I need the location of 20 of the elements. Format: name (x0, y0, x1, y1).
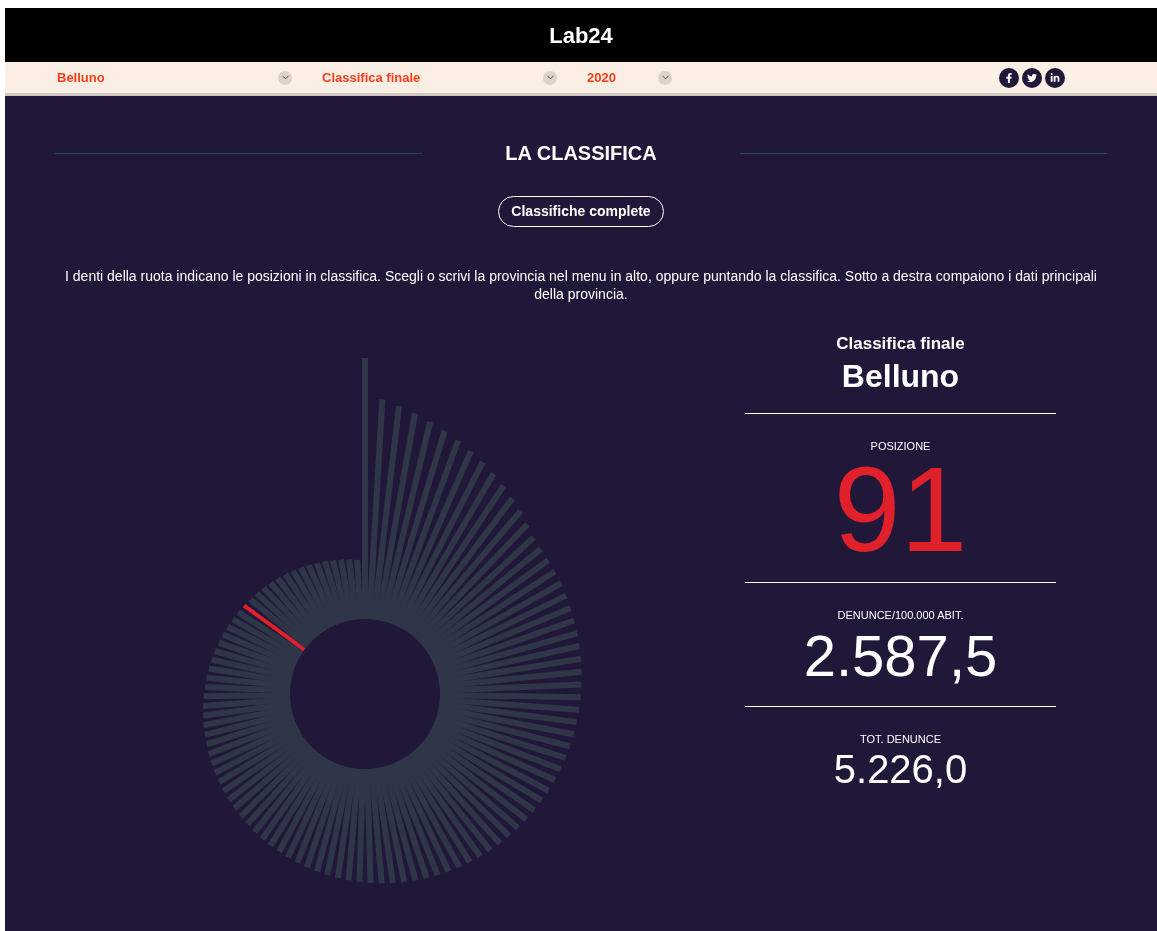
stat-value: 5.226,0 (833, 747, 968, 791)
description: I denti della ruota indicano le posizioni in classifica. Scegli o scrivi la provincia nel menu in alto, oppure puntando la classifica. Sotto a destra compaiono i dati principali della provincia. (64, 267, 1098, 303)
logo[interactable]: Lab24 (549, 18, 613, 52)
ranking-name: Classifica finale (836, 333, 965, 355)
chevron-down-icon (658, 70, 672, 85)
facebook-icon[interactable] (999, 67, 1019, 88)
stat-label: DENUNCE/100.000 ABIT. (837, 608, 964, 623)
dropdown[interactable]: 2020 (587, 67, 672, 88)
stat-label: TOT. DENUNCE (859, 731, 942, 747)
dropdown[interactable]: Belluno (57, 67, 292, 88)
stat-value: 91 (833, 454, 968, 564)
section-title: LA CLASSIFICA (504, 141, 658, 166)
linkedin-icon[interactable] (1045, 67, 1065, 88)
stat-value: 2.587,5 (803, 623, 998, 688)
dropdown[interactable]: Classifica finale (322, 67, 557, 88)
stat-label: POSIZIONE (870, 438, 931, 454)
chevron-down-icon (278, 70, 292, 85)
province-name: Belluno (841, 356, 960, 395)
chevron-down-icon (543, 70, 557, 85)
twitter-icon[interactable] (1022, 67, 1042, 88)
